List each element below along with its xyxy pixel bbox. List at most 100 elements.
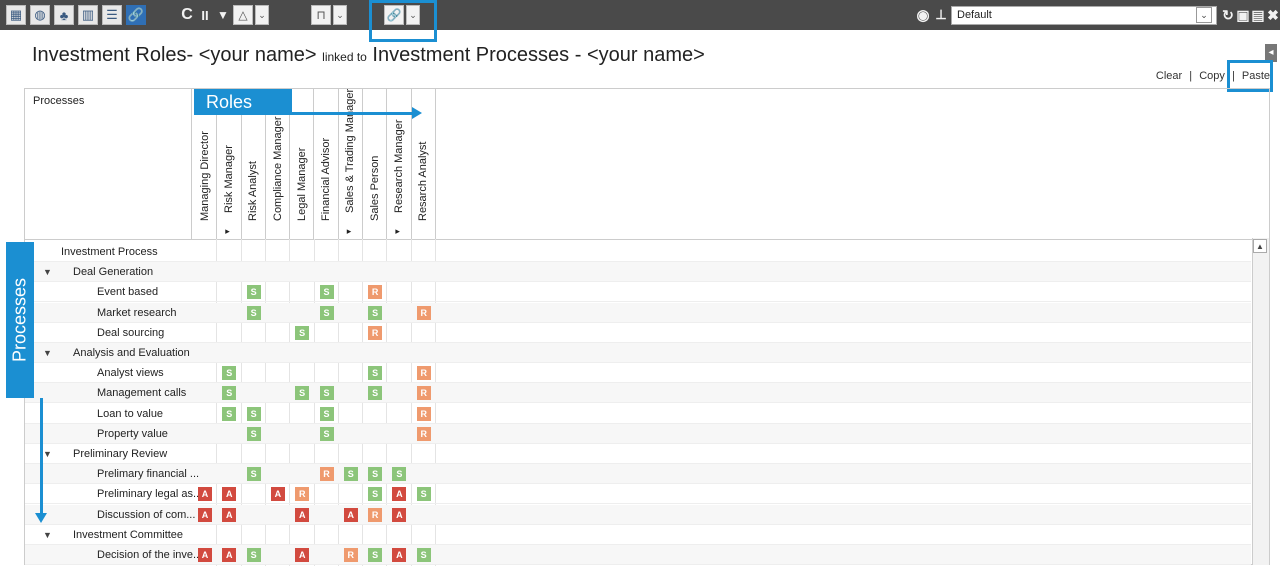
assignment-badge[interactable]: S <box>416 487 431 502</box>
assignment-badge[interactable]: A <box>343 507 358 522</box>
assignment-badge[interactable]: R <box>368 325 383 340</box>
expand-arrow-icon[interactable]: ▸ <box>347 226 352 237</box>
assignment-badge[interactable]: A <box>222 507 237 522</box>
collapse-toggle-icon[interactable]: ▼ <box>43 444 52 464</box>
assignment-badge[interactable]: S <box>222 406 237 421</box>
row-label[interactable]: Event based <box>97 282 158 302</box>
assignment-badge[interactable]: A <box>392 507 407 522</box>
row-label[interactable]: Discussion of com... <box>97 505 195 525</box>
assignment-badge[interactable]: S <box>368 467 383 482</box>
assignment-badge[interactable]: S <box>246 548 261 562</box>
row-label[interactable]: Loan to value <box>97 404 163 424</box>
assignment-badge[interactable]: S <box>295 386 310 401</box>
assignment-badge[interactable]: S <box>368 366 383 381</box>
table-row: Prelimary financial ... S R S S S <box>25 464 1251 485</box>
assignment-badge[interactable]: R <box>368 507 383 522</box>
assignment-badge[interactable]: A <box>295 507 310 522</box>
preset-select[interactable]: Default <box>951 6 1217 25</box>
vertical-scrollbar[interactable] <box>1252 238 1269 565</box>
scroll-up-icon[interactable]: ▲ <box>1253 239 1267 253</box>
clear-link[interactable]: Clear <box>1156 70 1182 82</box>
shape-dropdown[interactable]: △ <box>233 5 253 25</box>
row-label[interactable]: Preliminary legal as... <box>97 484 202 504</box>
close-icon[interactable]: ✖ <box>1264 5 1280 25</box>
pause-icon[interactable]: II <box>196 5 214 25</box>
assignment-badge[interactable]: R <box>295 487 310 502</box>
assignment-badge[interactable]: A <box>198 507 212 522</box>
row-label[interactable]: Market research <box>97 303 176 323</box>
assignment-badge[interactable]: S <box>222 386 237 401</box>
assignment-badge[interactable]: S <box>319 426 334 441</box>
chevron-down-icon[interactable]: ⌄ <box>333 5 347 25</box>
assignment-badge[interactable]: R <box>416 386 431 401</box>
row-label[interactable]: Prelimary financial ... <box>97 464 199 484</box>
assignment-badge[interactable]: S <box>246 285 261 300</box>
row-label[interactable]: Deal sourcing <box>97 323 164 343</box>
assignment-badge[interactable]: A <box>270 487 285 502</box>
assignment-badge[interactable]: R <box>416 366 431 381</box>
camera-icon[interactable]: ◉ <box>914 5 932 25</box>
role-label: Compliance Manager <box>271 116 284 221</box>
processes-callout: Processes <box>6 242 34 398</box>
assignment-badge[interactable]: A <box>222 487 237 502</box>
dashboard-icon[interactable]: ◍ <box>30 5 50 25</box>
row-label[interactable]: Investment Process <box>61 242 158 262</box>
assignment-badge[interactable]: S <box>319 305 334 320</box>
assignment-badge[interactable]: S <box>319 406 334 421</box>
pin-icon[interactable]: ⊥ <box>932 5 950 25</box>
assignment-badge[interactable]: S <box>246 467 261 482</box>
assignment-badge[interactable]: A <box>198 548 212 562</box>
assignment-badge[interactable]: S <box>246 426 261 441</box>
assignment-badge[interactable]: R <box>416 426 431 441</box>
assignment-badge[interactable]: A <box>222 548 237 562</box>
assignment-badge[interactable]: A <box>198 487 212 502</box>
assignment-badge[interactable]: S <box>392 467 407 482</box>
assignment-badge[interactable]: S <box>343 467 358 482</box>
assignment-badge[interactable]: R <box>343 548 358 562</box>
row-label[interactable]: Preliminary Review <box>73 444 167 464</box>
table-view-icon[interactable]: ▦ <box>6 5 26 25</box>
assignment-badge[interactable]: R <box>319 467 334 482</box>
row-label[interactable]: Investment Committee <box>73 525 183 545</box>
list-icon[interactable]: ☰ <box>102 5 122 25</box>
assignment-badge[interactable]: S <box>319 386 334 401</box>
assignment-badge[interactable]: S <box>246 305 261 320</box>
row-label[interactable]: Property value <box>97 424 168 444</box>
assignment-badge[interactable]: S <box>368 305 383 320</box>
row-label[interactable]: Analyst views <box>97 363 164 383</box>
link-icon[interactable]: 🔗 <box>126 5 146 25</box>
assignment-badge[interactable]: A <box>295 548 310 562</box>
assignment-badge[interactable]: S <box>368 386 383 401</box>
assignment-badge[interactable]: R <box>368 285 383 300</box>
table-row: Preliminary legal as... A A A R S A S <box>25 484 1251 505</box>
assignment-badge[interactable]: A <box>392 487 407 502</box>
assignment-badge[interactable]: S <box>295 325 310 340</box>
assignment-badge[interactable]: A <box>392 548 407 562</box>
bar-chart-icon[interactable]: ▥ <box>78 5 98 25</box>
hierarchy-icon[interactable]: ♣ <box>54 5 74 25</box>
assignment-badge[interactable]: S <box>319 285 334 300</box>
refresh-circle-icon[interactable]: C <box>178 5 196 25</box>
expand-arrow-icon[interactable]: ▸ <box>225 226 230 237</box>
assignment-badge[interactable]: R <box>416 406 431 421</box>
assignment-badge[interactable]: S <box>222 366 237 381</box>
copy-link[interactable]: Copy <box>1199 70 1225 82</box>
row-label[interactable]: Management calls <box>97 383 186 403</box>
assignment-badge[interactable]: S <box>246 406 261 421</box>
collapse-toggle-icon[interactable]: ▼ <box>43 262 52 282</box>
chevron-down-icon[interactable]: ⌄ <box>255 5 269 25</box>
bookmark-dropdown[interactable]: ⊓ <box>311 5 331 25</box>
assignment-badge[interactable]: S <box>368 487 383 502</box>
row-label[interactable]: Analysis and Evaluation <box>73 343 190 363</box>
filter-icon[interactable]: ▼ <box>214 5 232 25</box>
assignment-badge[interactable]: S <box>416 548 431 562</box>
collapse-toggle-icon[interactable]: ▼ <box>43 525 52 545</box>
chevron-down-icon[interactable]: ⌄ <box>1196 7 1212 23</box>
assignment-badge[interactable]: R <box>416 305 431 320</box>
row-label[interactable]: Decision of the inve... <box>97 545 202 565</box>
assignment-badge[interactable]: S <box>368 548 383 562</box>
header-divider <box>25 239 1269 240</box>
expand-arrow-icon[interactable]: ▸ <box>395 226 400 237</box>
row-label[interactable]: Deal Generation <box>73 262 153 282</box>
collapse-toggle-icon[interactable]: ▼ <box>43 343 52 363</box>
